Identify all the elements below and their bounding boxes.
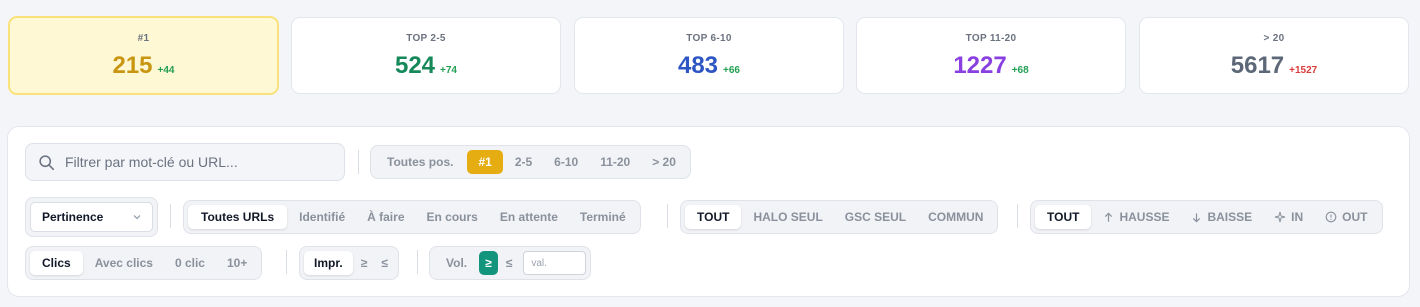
source-all-button[interactable]: TOUT <box>685 205 742 229</box>
impr-gte-button[interactable]: ≥ <box>355 251 374 275</box>
stat-delta: +68 <box>1011 65 1029 76</box>
pos-all-button[interactable]: Toutes pos. <box>375 150 465 174</box>
vol-label: Vol. <box>446 256 468 270</box>
status-in-progress-button[interactable]: En cours <box>417 205 488 229</box>
trend-out-label: OUT <box>1342 210 1368 224</box>
pos-over20-button[interactable]: > 20 <box>642 150 686 174</box>
trend-down-button[interactable]: BAISSE <box>1181 205 1262 229</box>
impressions-filter: Impr. ≥ ≤ <box>299 246 399 280</box>
stat-delta: +44 <box>157 65 175 76</box>
stat-value: 1227 <box>953 52 1007 79</box>
pos-2-5-button[interactable]: 2-5 <box>505 150 542 174</box>
trend-in-label: IN <box>1291 210 1304 224</box>
stat-label: TOP 6-10 <box>686 33 732 44</box>
volume-filter: Vol. ≥ ≤ <box>429 246 592 280</box>
divider <box>417 250 418 274</box>
pos-top1-button[interactable]: #1 <box>467 150 503 174</box>
stat-card-top11-20[interactable]: TOP 11-20 1227 +68 <box>856 17 1126 94</box>
stat-label: TOP 2-5 <box>406 33 446 44</box>
trend-down-label: BAISSE <box>1207 210 1253 224</box>
status-todo-button[interactable]: À faire <box>357 205 414 229</box>
stat-value: 483 <box>677 52 719 79</box>
vol-lte-button[interactable]: ≤ <box>500 251 519 275</box>
vol-gte-button[interactable]: ≥ <box>479 251 498 275</box>
divider <box>358 150 359 174</box>
stat-card-top1[interactable]: #1 215 +44 <box>8 16 279 95</box>
trend-up-label: HAUSSE <box>1119 210 1170 224</box>
divider <box>286 250 287 274</box>
clicks-10plus-button[interactable]: 10+ <box>217 251 257 275</box>
pos-11-20-button[interactable]: 11-20 <box>590 150 640 174</box>
search-box[interactable] <box>25 143 345 181</box>
clicks-all-button[interactable]: Clics <box>30 251 83 275</box>
status-all-urls-button[interactable]: Toutes URLs <box>188 205 288 229</box>
impr-lte-button[interactable]: ≤ <box>375 251 394 275</box>
sort-select-value: Pertinence <box>42 210 104 224</box>
stat-value: 5617 <box>1230 52 1285 79</box>
url-status-filter: Toutes URLs Identifié À faire En cours E… <box>183 200 641 234</box>
stat-label: TOP 11-20 <box>965 33 1017 44</box>
source-gsc-only-button[interactable]: GSC SEUL <box>835 205 916 229</box>
divider <box>667 204 668 228</box>
stat-delta: +1527 <box>1289 65 1318 76</box>
divider <box>170 204 171 228</box>
status-pending-button[interactable]: En attente <box>490 205 568 229</box>
trend-out-button[interactable]: OUT <box>1315 205 1377 229</box>
sort-select[interactable]: Pertinence <box>25 197 158 237</box>
stat-value: 524 <box>394 52 436 79</box>
pos-6-10-button[interactable]: 6-10 <box>544 150 588 174</box>
clicks-filter: Clics Avec clics 0 clic 10+ <box>25 246 263 280</box>
stat-card-over20[interactable]: > 20 5617 +1527 <box>1139 17 1409 94</box>
stat-delta: +74 <box>440 65 457 76</box>
chevron-down-icon <box>133 215 141 220</box>
sparkle-icon <box>1275 211 1286 223</box>
stat-card-top2-5[interactable]: TOP 2-5 524 +74 <box>291 17 561 94</box>
source-common-button[interactable]: COMMUN <box>918 205 993 229</box>
status-identified-button[interactable]: Identifié <box>289 205 355 229</box>
impr-all-button[interactable]: Impr. <box>304 251 353 275</box>
trend-in-button[interactable]: IN <box>1264 205 1313 229</box>
stat-label: #1 <box>137 33 150 44</box>
source-halo-only-button[interactable]: HALO SEUL <box>743 205 832 229</box>
search-input[interactable] <box>65 154 325 170</box>
stat-label: > 20 <box>1263 33 1285 44</box>
divider <box>1017 204 1018 228</box>
clicks-with-button[interactable]: Avec clics <box>85 251 163 275</box>
position-filter: Toutes pos. #1 2-5 6-10 11-20 > 20 <box>370 145 691 179</box>
trend-all-button[interactable]: TOUT <box>1035 205 1092 229</box>
source-filter: TOUT HALO SEUL GSC SEUL COMMUN <box>680 200 999 234</box>
trend-filter: TOUT HAUSSE BAISSE IN OUT <box>1030 200 1383 234</box>
arrow-up-icon <box>1105 212 1113 222</box>
stat-card-top6-10[interactable]: TOP 6-10 483 +66 <box>574 17 844 94</box>
search-icon <box>39 154 55 170</box>
arrow-down-icon <box>1193 212 1201 222</box>
circle-info-icon <box>1325 211 1337 223</box>
status-done-button[interactable]: Terminé <box>570 205 636 229</box>
stat-delta: +66 <box>723 65 740 76</box>
clicks-zero-button[interactable]: 0 clic <box>165 251 215 275</box>
trend-up-button[interactable]: HAUSSE <box>1093 205 1179 229</box>
stat-value: 215 <box>112 52 153 79</box>
vol-value-input[interactable] <box>523 251 587 275</box>
